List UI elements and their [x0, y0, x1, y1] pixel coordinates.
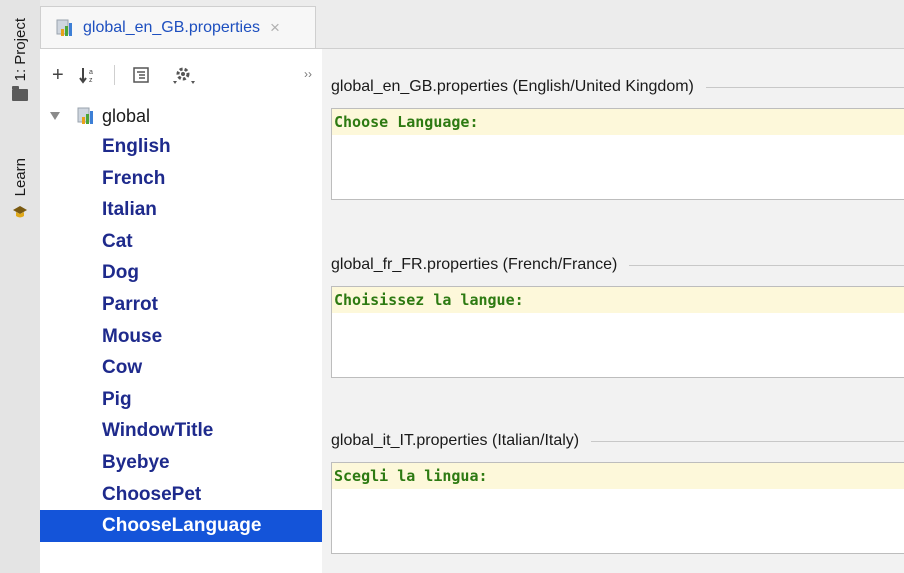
section-header-label: global_en_GB.properties (English/United …	[331, 78, 694, 95]
tree-item-choosepet[interactable]: ChoosePet	[40, 479, 322, 511]
section-header: global_fr_FR.properties (French/France)	[331, 253, 904, 277]
tree-item-english[interactable]: English	[40, 131, 322, 163]
project-tool-tab[interactable]: 1: Project	[6, 18, 34, 102]
expand-arrow-icon[interactable]	[50, 112, 60, 120]
group-by-icon[interactable]	[131, 65, 151, 85]
learn-tab-label: Learn	[11, 158, 29, 197]
section-header-label: global_fr_FR.properties (French/France)	[331, 256, 618, 273]
tree-root-label: global	[102, 105, 151, 126]
value-editor[interactable]: Scegli la lingua:	[331, 462, 904, 554]
folder-icon	[12, 86, 28, 102]
tree-item-parrot[interactable]: Parrot	[40, 289, 322, 321]
value-text[interactable]: Scegli la lingua:	[332, 463, 904, 489]
tree-item-mouse[interactable]: Mouse	[40, 321, 322, 353]
tab-global-en-gb[interactable]: global_en_GB.properties ×	[40, 6, 316, 48]
close-icon[interactable]: ×	[270, 18, 280, 38]
add-icon[interactable]: +	[52, 64, 64, 87]
tree-item-cow[interactable]: Cow	[40, 352, 322, 384]
locale-section-fr-fr: global_fr_FR.properties (French/France) …	[331, 253, 904, 378]
tree-item-italian[interactable]: Italian	[40, 194, 322, 226]
divider	[591, 440, 904, 442]
tab-label: global_en_GB.properties	[83, 18, 261, 36]
svg-text:a: a	[89, 69, 93, 76]
panel-toolbar: + a z ››	[40, 49, 322, 101]
resource-bundle-icon	[77, 107, 93, 124]
locale-section-en-gb: global_en_GB.properties (English/United …	[331, 75, 904, 200]
graduation-cap-icon	[13, 206, 27, 218]
svg-text:z: z	[89, 77, 93, 84]
value-editor[interactable]: Choose Language:	[331, 108, 904, 200]
tree-root-global[interactable]: global	[40, 101, 322, 131]
editor-tab-bar: global_en_GB.properties ×	[40, 0, 904, 49]
section-header: global_it_IT.properties (Italian/Italy)	[331, 429, 904, 453]
value-text[interactable]: Choisissez la langue:	[332, 287, 904, 313]
tree-item-byebye[interactable]: Byebye	[40, 447, 322, 479]
tree-item-cat[interactable]: Cat	[40, 226, 322, 258]
more-chevron-icon[interactable]: ››	[304, 67, 312, 81]
settings-gear-icon[interactable]	[172, 65, 197, 85]
section-header-label: global_it_IT.properties (Italian/Italy)	[331, 432, 580, 449]
tree-item-french[interactable]: French	[40, 163, 322, 195]
locale-section-it-it: global_it_IT.properties (Italian/Italy) …	[331, 429, 904, 554]
toolbar-divider	[113, 65, 115, 85]
properties-file-icon	[56, 19, 72, 36]
project-tab-label: 1: Project	[11, 18, 29, 82]
value-editor[interactable]: Choisissez la langue:	[331, 286, 904, 378]
learn-tool-tab[interactable]: Learn	[6, 158, 34, 220]
resource-bundle-editor: global_en_GB.properties (English/United …	[322, 49, 904, 573]
tool-window-strip: 1: Project Learn	[0, 0, 41, 573]
tree-item-dog[interactable]: Dog	[40, 257, 322, 289]
tree-item-windowtitle[interactable]: WindowTitle	[40, 415, 322, 447]
tree-item-chooselanguage[interactable]: ChooseLanguage	[40, 510, 322, 542]
project-panel: + a z ›› global English French Italian C…	[40, 49, 323, 573]
divider	[705, 86, 904, 88]
sort-alphabetically-icon[interactable]: a z	[78, 65, 98, 85]
value-text[interactable]: Choose Language:	[332, 109, 904, 135]
tree-item-pig[interactable]: Pig	[40, 384, 322, 416]
section-header: global_en_GB.properties (English/United …	[331, 75, 904, 99]
divider	[629, 264, 904, 266]
